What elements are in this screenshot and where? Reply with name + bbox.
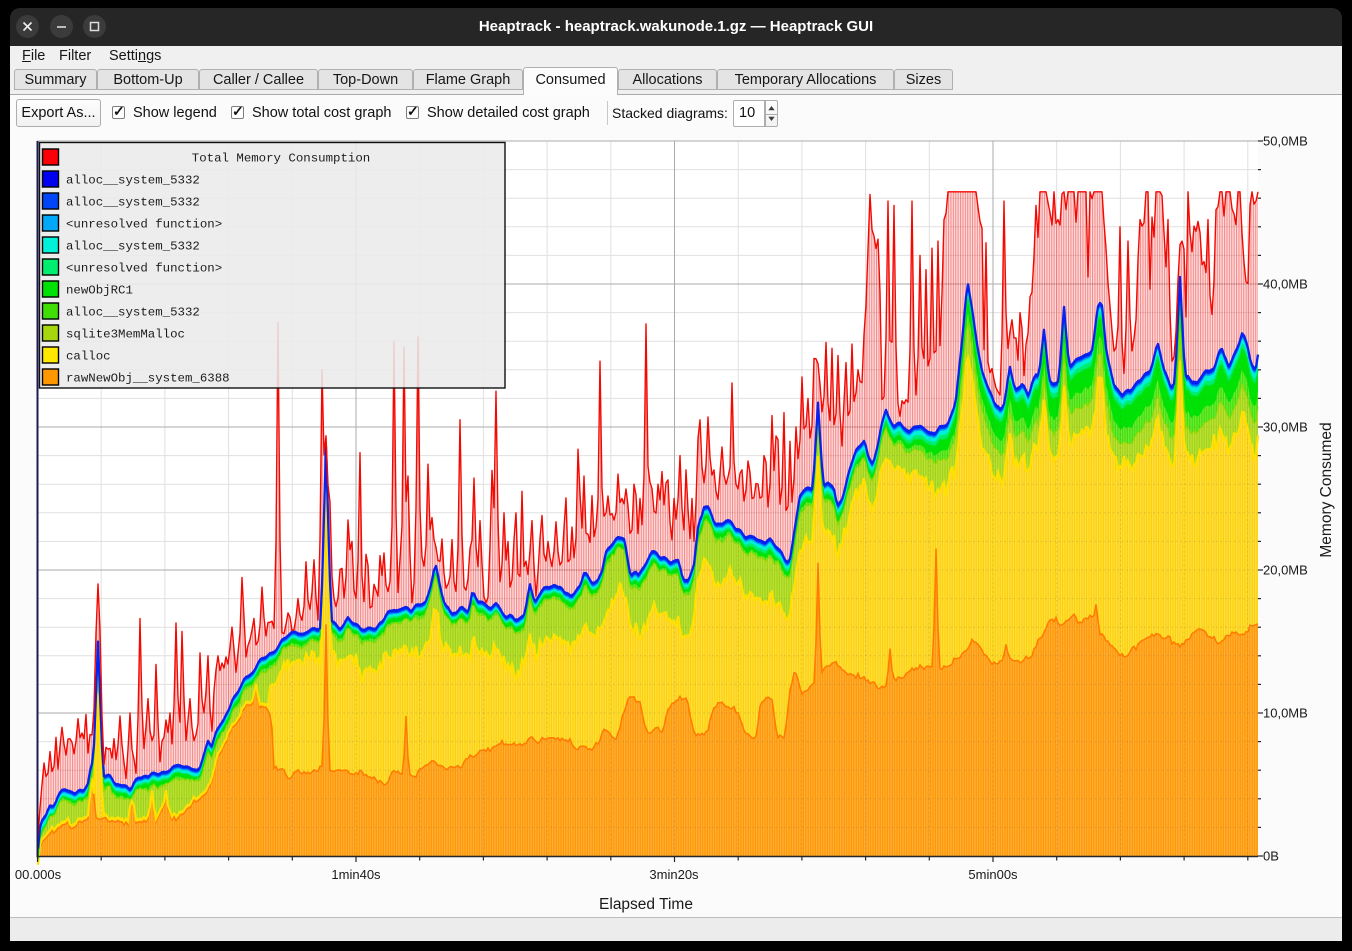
- svg-text:alloc__system_5332: alloc__system_5332: [66, 196, 200, 210]
- svg-text:alloc__system_5332: alloc__system_5332: [66, 306, 200, 320]
- svg-text:3min20s: 3min20s: [649, 867, 699, 882]
- svg-text:20,0MB: 20,0MB: [1263, 563, 1308, 578]
- svg-text:alloc__system_5332: alloc__system_5332: [66, 240, 200, 254]
- svg-text:00.000s: 00.000s: [15, 867, 62, 882]
- svg-text:rawNewObj__system_6388: rawNewObj__system_6388: [66, 372, 230, 386]
- svg-text:<unresolved function>: <unresolved function>: [66, 262, 222, 276]
- svg-text:<unresolved function>: <unresolved function>: [66, 218, 222, 232]
- svg-text:0B: 0B: [1263, 849, 1279, 864]
- svg-text:5min00s: 5min00s: [968, 867, 1018, 882]
- svg-text:Elapsed Time: Elapsed Time: [599, 896, 693, 913]
- svg-text:30,0MB: 30,0MB: [1263, 420, 1308, 435]
- svg-text:50,0MB: 50,0MB: [1263, 134, 1308, 149]
- svg-text:10,0MB: 10,0MB: [1263, 706, 1308, 721]
- svg-text:1min40s: 1min40s: [331, 867, 381, 882]
- svg-text:Memory Consumed: Memory Consumed: [1318, 422, 1335, 557]
- svg-text:40,0MB: 40,0MB: [1263, 277, 1308, 292]
- svg-text:sqlite3MemMalloc: sqlite3MemMalloc: [66, 328, 185, 342]
- svg-text:calloc: calloc: [66, 350, 111, 364]
- svg-text:newObjRC1: newObjRC1: [66, 284, 133, 298]
- svg-text:Total Memory Consumption: Total Memory Consumption: [192, 152, 370, 166]
- svg-text:alloc__system_5332: alloc__system_5332: [66, 174, 200, 188]
